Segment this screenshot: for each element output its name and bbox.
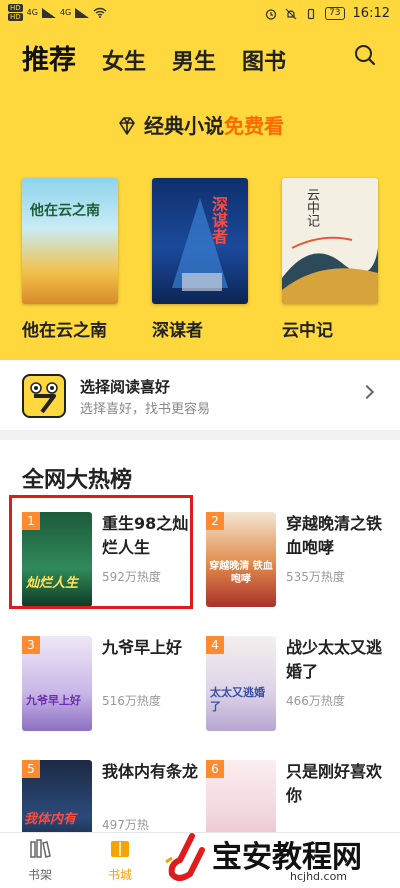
book-title: 云中记 [282, 321, 333, 341]
signal-icon [41, 7, 56, 18]
heat-count: 466万热度 [286, 694, 345, 708]
cover-art [282, 236, 378, 304]
cover-title: 太太又逃婚了 [210, 686, 265, 713]
category-tabs: 推荐 女生 男生 图书 [22, 38, 286, 77]
alarm-icon [265, 8, 277, 20]
watermark-logo-icon [165, 833, 205, 881]
selection-highlight [9, 495, 193, 609]
book-title: 只是刚好喜欢你 [286, 762, 383, 805]
hd-badge: HD [8, 13, 23, 21]
reading-preference-card[interactable]: 选择阅读喜好 选择喜好，找书更容易 [0, 360, 400, 430]
rank-number: 4 [206, 636, 224, 654]
promo-text: 经典小说 [144, 114, 224, 138]
promo-highlight: 免费看 [224, 114, 284, 138]
tab-books[interactable]: 图书 [242, 44, 286, 76]
rank-item[interactable]: 九爷早上好 3 九爷早上好 516万热度 [22, 636, 200, 736]
search-icon[interactable] [354, 44, 376, 66]
nav-label: 书城 [107, 868, 132, 882]
rank-number: 2 [206, 512, 224, 530]
cover-title: 云中记 [304, 188, 319, 227]
signal-icon [75, 7, 90, 18]
chevron-right-icon [359, 384, 375, 400]
heat-count: 535万热度 [286, 570, 345, 584]
cover-title: 他在云之南 [30, 203, 100, 219]
book-cover: 云中记 [282, 178, 378, 304]
vibrate-icon [307, 8, 315, 19]
status-right: 73 16:12 [265, 6, 390, 21]
network-label: 4G [59, 8, 72, 17]
bookshelf-icon [30, 839, 51, 858]
featured-book[interactable]: 他在云之南 他在云之南 [22, 178, 118, 341]
book-cover: 他在云之南 [22, 178, 118, 304]
clock: 16:12 [352, 6, 390, 21]
preference-subtitle: 选择喜好，找书更容易 [80, 402, 211, 417]
nav-bookstore[interactable]: 书城 [90, 839, 150, 883]
book-title: 他在云之南 [22, 321, 107, 341]
free-classics-banner[interactable]: 经典小说免费看 [0, 110, 400, 139]
status-left: HD HD 4G 4G [8, 4, 107, 21]
book-title: 九爷早上好 [102, 638, 183, 657]
network-label: 4G [26, 8, 38, 17]
tab-male[interactable]: 男生 [172, 44, 216, 76]
watermark-url: hcjhd.com [290, 870, 348, 883]
cover-art [172, 198, 228, 291]
rank-item[interactable]: 穿越晚清 铁血咆哮 2 穿越晚清之铁血咆哮 535万热度 [206, 512, 384, 612]
diamond-icon [119, 117, 135, 135]
book-title: 深谋者 [152, 321, 203, 341]
app-logo-icon [22, 374, 66, 418]
heat-count: 497万热 [102, 818, 149, 832]
book-cover: 深谋者 [152, 178, 248, 304]
wifi-icon [93, 7, 107, 18]
nav-label: 书架 [27, 868, 52, 882]
cover-title: 我体内有 [24, 812, 77, 827]
tab-recommend[interactable]: 推荐 [22, 38, 76, 77]
status-bar: HD HD 4G 4G 73 16:12 [0, 0, 400, 30]
rank-item[interactable]: 太太又逃婚了 4 战少太太又逃婚了 466万热度 [206, 636, 384, 736]
mute-icon [285, 8, 297, 19]
featured-book[interactable]: 深谋者 深谋者 [152, 178, 248, 341]
watermark: 宝安教程网 hcjhd.com [162, 830, 392, 886]
book-title: 战少太太又逃婚了 [286, 638, 383, 681]
preference-title: 选择阅读喜好 [80, 378, 171, 396]
hd-badge: HD [8, 4, 23, 12]
cover-title: 九爷早上好 [26, 694, 81, 707]
bookstore-icon [111, 841, 129, 857]
rank-number: 5 [22, 760, 40, 778]
cover-title: 穿越晚清 铁血咆哮 [209, 561, 273, 585]
cover-title: 深谋者 [209, 196, 228, 244]
rank-number: 3 [22, 636, 40, 654]
featured-book[interactable]: 云中记 云中记 [282, 178, 378, 341]
book-title: 我体内有条龙 [102, 762, 199, 781]
rank-number: 6 [206, 760, 224, 778]
nav-bookshelf[interactable]: 书架 [10, 839, 70, 883]
battery-level: 73 [325, 7, 345, 20]
book-title: 穿越晚清之铁血咆哮 [286, 514, 383, 557]
section-heading: 全网大热榜 [22, 467, 133, 493]
heat-count: 516万热度 [102, 694, 161, 708]
tab-female[interactable]: 女生 [102, 44, 146, 76]
